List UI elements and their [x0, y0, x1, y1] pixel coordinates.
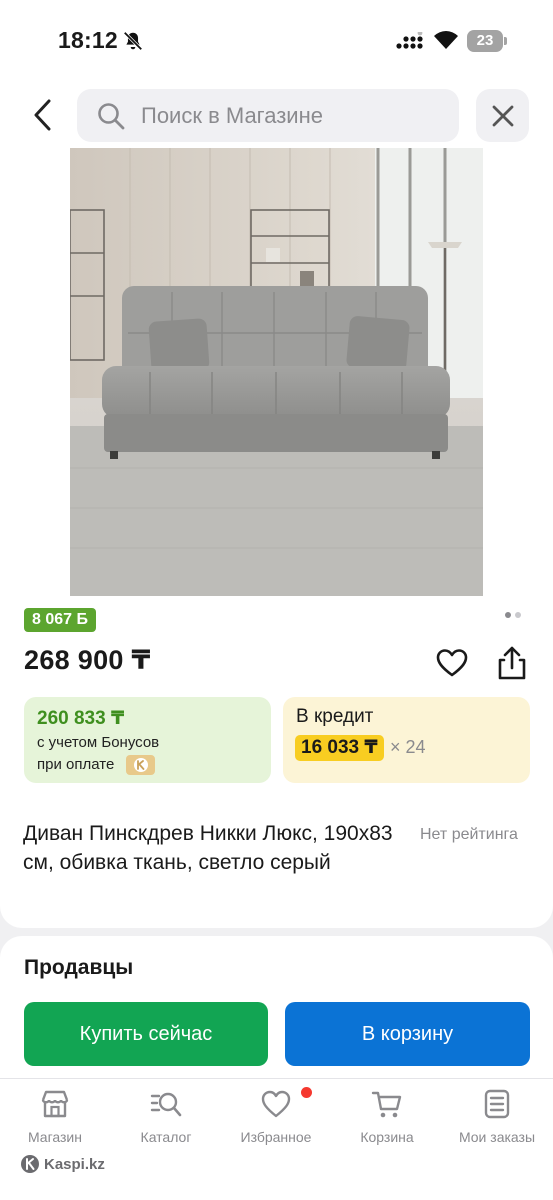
bonus-price-card[interactable]: 260 833 ₸ с учетом Бонусов при оплате	[24, 697, 271, 783]
nav-label: Корзина	[360, 1129, 414, 1145]
credit-monthly-amount: 16 033 ₸	[295, 735, 384, 761]
heart-icon	[261, 1090, 291, 1118]
nav-label: Магазин	[27, 1129, 82, 1145]
product-price: 268 900 ₸	[24, 645, 151, 675]
product-image[interactable]	[70, 148, 483, 596]
signal-icon	[396, 32, 423, 49]
kaspi-logo-icon	[21, 1155, 39, 1173]
battery-icon: 23	[467, 30, 507, 52]
wifi-icon	[434, 31, 458, 49]
rating-status[interactable]: Нет рейтинга	[420, 826, 518, 844]
orders-icon	[484, 1089, 510, 1119]
heart-icon	[436, 649, 468, 677]
buy-now-button[interactable]: Купить сейчас	[24, 1002, 268, 1066]
nav-item-catalog[interactable]: Каталог	[116, 1088, 216, 1152]
search-placeholder: Поиск в Магазине	[141, 103, 323, 128]
share-icon	[498, 646, 526, 680]
nav-item-cart[interactable]: Корзина	[337, 1088, 437, 1152]
sellers-title: Продавцы	[24, 956, 134, 979]
brand-name: Kaspi.kz	[44, 1155, 105, 1173]
search-input[interactable]: Поиск в Магазине	[77, 89, 459, 142]
add-to-cart-button[interactable]: В корзину	[285, 1002, 530, 1066]
bell-muted-icon	[123, 31, 143, 51]
bonus-caption-payment: при оплате	[37, 756, 115, 773]
nav-label: Мои заказы	[458, 1129, 536, 1145]
sofa-photo	[70, 148, 483, 596]
nav-item-favorites[interactable]: Избранное	[226, 1088, 326, 1152]
notification-badge	[301, 1087, 312, 1098]
credit-months: × 24	[390, 737, 426, 757]
cart-icon	[371, 1091, 402, 1118]
status-time: 18:12	[58, 27, 118, 53]
bonus-badge: 8 067 Б	[24, 608, 96, 632]
back-button[interactable]	[24, 94, 62, 136]
share-button[interactable]	[495, 645, 529, 681]
pagination-dot	[505, 612, 511, 618]
bonus-caption: с учетом Бонусов	[37, 734, 160, 751]
kaspi-brand: Kaspi.kz	[20, 1153, 105, 1175]
search-icon	[98, 103, 125, 130]
kaspi-logo-icon	[126, 755, 155, 775]
image-pagination	[505, 612, 525, 620]
chevron-left-icon	[34, 99, 51, 131]
nav-label: Каталог	[140, 1129, 192, 1145]
nav-label: Избранное	[240, 1129, 312, 1145]
bonus-price: 260 833 ₸	[37, 708, 125, 729]
nav-item-store[interactable]: Магазин	[5, 1088, 105, 1152]
nav-item-orders[interactable]: Мои заказы	[447, 1088, 547, 1152]
catalog-search-icon	[150, 1092, 182, 1117]
credit-offer-card[interactable]: В кредит 16 033 ₸ × 24	[283, 697, 530, 783]
close-button[interactable]	[476, 89, 529, 142]
battery-level: 23	[467, 30, 503, 52]
favorite-button[interactable]	[435, 646, 469, 680]
credit-title: В кредит	[296, 706, 374, 727]
product-title: Диван Пинскдрев Никки Люкс, 190x83 см, о…	[23, 822, 393, 874]
store-icon	[41, 1090, 69, 1118]
close-icon	[492, 105, 513, 126]
status-bar: 18:12 23	[0, 0, 553, 80]
pagination-dot	[515, 612, 521, 618]
